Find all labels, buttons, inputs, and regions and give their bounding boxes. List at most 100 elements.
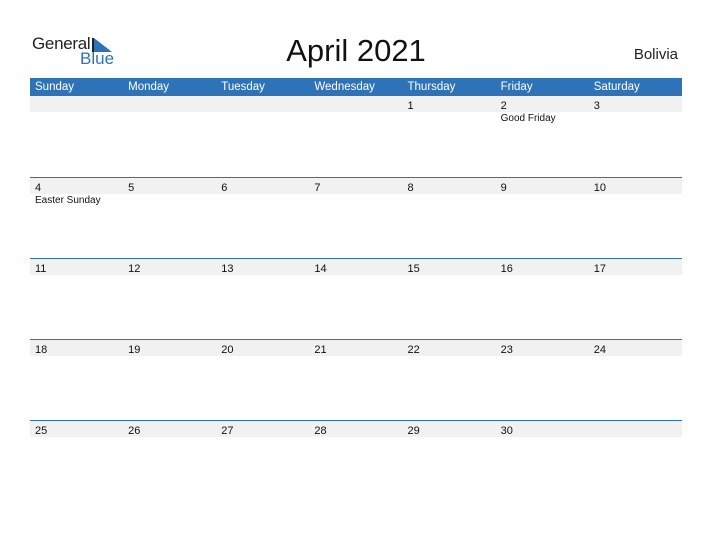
day-number: 13 xyxy=(221,263,234,275)
day-number: 18 xyxy=(35,344,48,356)
holiday-label xyxy=(123,194,216,208)
day-number: 10 xyxy=(593,182,606,194)
holiday-label xyxy=(309,112,402,126)
day-cell: 15 xyxy=(403,259,496,275)
day-cell: 30 xyxy=(496,421,589,437)
weekday-wednesday: Wednesday xyxy=(314,81,375,93)
day-cell: 14 xyxy=(309,259,402,275)
day-cell: 28 xyxy=(309,421,402,437)
day-cell: 10 xyxy=(589,178,682,194)
day-cell xyxy=(123,96,216,112)
day-cell: 17 xyxy=(589,259,682,275)
day-cell: 1 xyxy=(403,96,496,112)
weeks-container: 1 2 3 Good Friday 4 5 6 7 8 9 10 Easter Sunday 11 12 1… xyxy=(30,96,682,501)
day-number: 2 xyxy=(500,100,507,112)
day-number: 25 xyxy=(35,425,48,437)
holiday-label: Good Friday xyxy=(500,113,556,124)
holiday-label: Easter Sunday xyxy=(35,195,101,206)
week-row: 11 12 13 14 15 16 17 xyxy=(30,258,682,339)
day-number: 12 xyxy=(128,263,141,275)
day-number-strip: 25 26 27 28 29 30 xyxy=(30,421,682,437)
day-number-strip: 18 19 20 21 22 23 24 xyxy=(30,340,682,356)
week-row: 4 5 6 7 8 9 10 Easter Sunday xyxy=(30,177,682,258)
day-number: 22 xyxy=(407,344,420,356)
weekday-friday: Friday xyxy=(500,81,533,93)
day-cell: 6 xyxy=(216,178,309,194)
weekday-thursday: Thursday xyxy=(407,81,456,93)
holiday-label xyxy=(216,194,309,208)
day-number: 24 xyxy=(593,344,606,356)
day-number-strip: 4 5 6 7 8 9 10 xyxy=(30,178,682,194)
day-number: 7 xyxy=(314,182,321,194)
day-cell xyxy=(30,96,123,112)
day-cell xyxy=(216,96,309,112)
day-cell xyxy=(589,421,682,437)
day-cell: 11 xyxy=(30,259,123,275)
day-number: 20 xyxy=(221,344,234,356)
day-number: 21 xyxy=(314,344,327,356)
weekday-header: Sunday Monday Tuesday Wednesday Thursday… xyxy=(30,78,682,96)
day-number: 30 xyxy=(500,425,513,437)
day-cell: 16 xyxy=(496,259,589,275)
day-number: 3 xyxy=(593,100,600,112)
page-title: April 2021 xyxy=(286,33,426,68)
calendar: Sunday Monday Tuesday Wednesday Thursday… xyxy=(30,78,682,501)
day-number: 16 xyxy=(500,263,513,275)
holiday-label xyxy=(216,112,309,126)
day-number-strip: 1 2 3 xyxy=(30,96,682,112)
week-row: 1 2 3 Good Friday xyxy=(30,96,682,177)
day-number-strip: 11 12 13 14 15 16 17 xyxy=(30,259,682,275)
weekday-sunday: Sunday xyxy=(35,81,75,93)
day-number: 15 xyxy=(407,263,420,275)
holiday-label xyxy=(589,112,682,126)
week-row: 18 19 20 21 22 23 24 xyxy=(30,339,682,420)
holiday-label xyxy=(309,194,402,208)
day-cell: 22 xyxy=(403,340,496,356)
day-number: 17 xyxy=(593,263,606,275)
day-cell: 2 xyxy=(496,96,589,112)
weekday-tuesday: Tuesday xyxy=(221,81,265,93)
events-row: Good Friday xyxy=(30,112,682,126)
day-cell: 7 xyxy=(309,178,402,194)
events-row: Easter Sunday xyxy=(30,194,682,208)
holiday-label xyxy=(496,194,589,208)
day-cell: 13 xyxy=(216,259,309,275)
day-cell: 9 xyxy=(496,178,589,194)
day-number: 8 xyxy=(407,182,414,194)
day-cell: 26 xyxy=(123,421,216,437)
holiday-label xyxy=(30,112,123,126)
day-cell: 4 xyxy=(30,178,123,194)
day-cell: 29 xyxy=(403,421,496,437)
day-number: 5 xyxy=(128,182,135,194)
day-cell xyxy=(309,96,402,112)
day-number: 14 xyxy=(314,263,327,275)
day-number: 27 xyxy=(221,425,234,437)
day-cell: 27 xyxy=(216,421,309,437)
day-cell: 18 xyxy=(30,340,123,356)
day-cell: 19 xyxy=(123,340,216,356)
week-row: 25 26 27 28 29 30 xyxy=(30,420,682,501)
day-cell: 21 xyxy=(309,340,402,356)
day-cell: 8 xyxy=(403,178,496,194)
weekday-monday: Monday xyxy=(128,81,170,93)
day-number: 9 xyxy=(500,182,507,194)
day-number: 19 xyxy=(128,344,141,356)
weekday-saturday: Saturday xyxy=(593,81,640,93)
day-number: 11 xyxy=(35,263,47,275)
day-number: 6 xyxy=(221,182,228,194)
day-cell: 20 xyxy=(216,340,309,356)
day-cell: 3 xyxy=(589,96,682,112)
day-number: 1 xyxy=(407,100,414,112)
holiday-label xyxy=(123,112,216,126)
holiday-label xyxy=(589,194,682,208)
day-number: 26 xyxy=(128,425,141,437)
day-number: 23 xyxy=(500,344,513,356)
day-number: 29 xyxy=(407,425,420,437)
country-label: Bolivia xyxy=(633,46,678,63)
holiday-label xyxy=(403,112,496,126)
day-number: 4 xyxy=(35,182,42,194)
day-number: 28 xyxy=(314,425,327,437)
day-cell: 24 xyxy=(589,340,682,356)
day-cell: 5 xyxy=(123,178,216,194)
day-cell: 12 xyxy=(123,259,216,275)
